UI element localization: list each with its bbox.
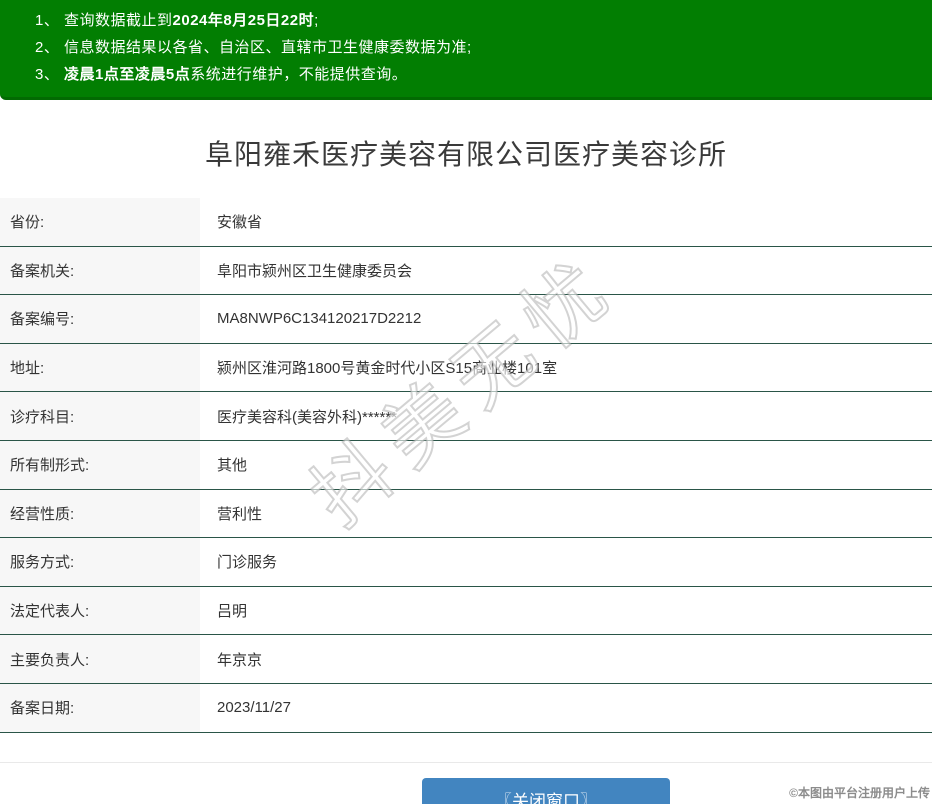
table-row: 所有制形式: 其他 — [0, 440, 932, 490]
notice-text: ; — [314, 12, 319, 29]
table-row: 备案机关: 阜阳市颍州区卫生健康委员会 — [0, 246, 932, 296]
notice-header: 1、 查询数据截止到2024年8月25日22时; 2、 信息数据结果以各省、自治… — [0, 0, 932, 100]
row-label: 省份: — [0, 198, 200, 246]
footer-divider — [0, 761, 932, 763]
table-row: 省份: 安徽省 — [0, 198, 932, 247]
row-value: 2023/11/27 — [217, 699, 291, 717]
row-label: 地址: — [0, 343, 200, 392]
table-row: 地址: 颍州区淮河路1800号黄金时代小区S15商业楼101室 — [0, 343, 932, 393]
notice-number: 3、 — [35, 66, 65, 83]
row-value: 医疗美容科(美容外科)****** — [217, 408, 398, 426]
row-label: 服务方式: — [0, 538, 200, 586]
notice-text: 系统进行维护，不能提供查询。 — [190, 66, 408, 83]
row-label: 主要负责人: — [0, 635, 200, 683]
table-row: 服务方式: 门诊服务 — [0, 538, 932, 587]
notice-bold-text: 凌晨1点至凌晨5点 — [64, 66, 191, 83]
close-window-button[interactable]: 〖关闭窗口〗 — [422, 777, 670, 804]
row-label: 所有制形式: — [0, 440, 200, 489]
page-title: 阜阳雍禾医疗美容有限公司医疗美容诊所 — [204, 139, 727, 170]
row-label: 备案日期: — [0, 683, 200, 732]
notice-item-3: 3、 凌晨1点至凌晨5点系统进行维护，不能提供查询。 — [35, 61, 922, 88]
table-row: 主要负责人: 年京京 — [0, 635, 932, 684]
table-row: 经营性质: 营利性 — [0, 489, 932, 539]
table-row: 备案日期: 2023/11/27 — [0, 683, 932, 733]
notice-text: 信息数据结果以各省、自治区、直辖市卫生健康委数据为准; — [64, 39, 472, 56]
notice-text: 查询数据截止到 — [64, 12, 173, 29]
row-label: 诊疗科目: — [0, 392, 200, 440]
row-value: 其他 — [217, 457, 248, 475]
table-row: 备案编号: MA8NWP6C134120217D2212 — [0, 295, 932, 344]
notice-item-2: 2、 信息数据结果以各省、自治区、直辖市卫生健康委数据为准; — [35, 34, 922, 61]
copyright-note: ©本图由平台注册用户上传 — [789, 786, 930, 800]
info-table: 省份: 安徽省 备案机关: 阜阳市颍州区卫生健康委员会 备案编号: MA8NWP… — [0, 198, 932, 733]
table-row: 法定代表人: 吕明 — [0, 586, 932, 636]
notice-number: 2、 — [35, 39, 65, 56]
notice-item-1: 1、 查询数据截止到2024年8月25日22时; — [35, 7, 922, 34]
row-value: 阜阳市颍州区卫生健康委员会 — [217, 262, 413, 280]
table-row: 诊疗科目: 医疗美容科(美容外科)****** — [0, 392, 932, 441]
row-value: 营利性 — [217, 505, 263, 523]
row-label: 备案编号: — [0, 295, 200, 343]
row-value: MA8NWP6C134120217D2212 — [217, 310, 422, 328]
row-label: 备案机关: — [0, 246, 200, 295]
row-value: 门诊服务 — [217, 554, 278, 572]
row-label: 经营性质: — [0, 489, 200, 538]
row-value: 年京京 — [217, 651, 263, 669]
row-label: 法定代表人: — [0, 586, 200, 635]
notice-number: 1、 — [35, 12, 65, 29]
row-value: 安徽省 — [217, 214, 263, 232]
row-value: 颍州区淮河路1800号黄金时代小区S15商业楼101室 — [217, 360, 558, 378]
notice-bold-text: 2024年8月25日22时 — [172, 12, 315, 29]
row-value: 吕明 — [217, 603, 248, 621]
